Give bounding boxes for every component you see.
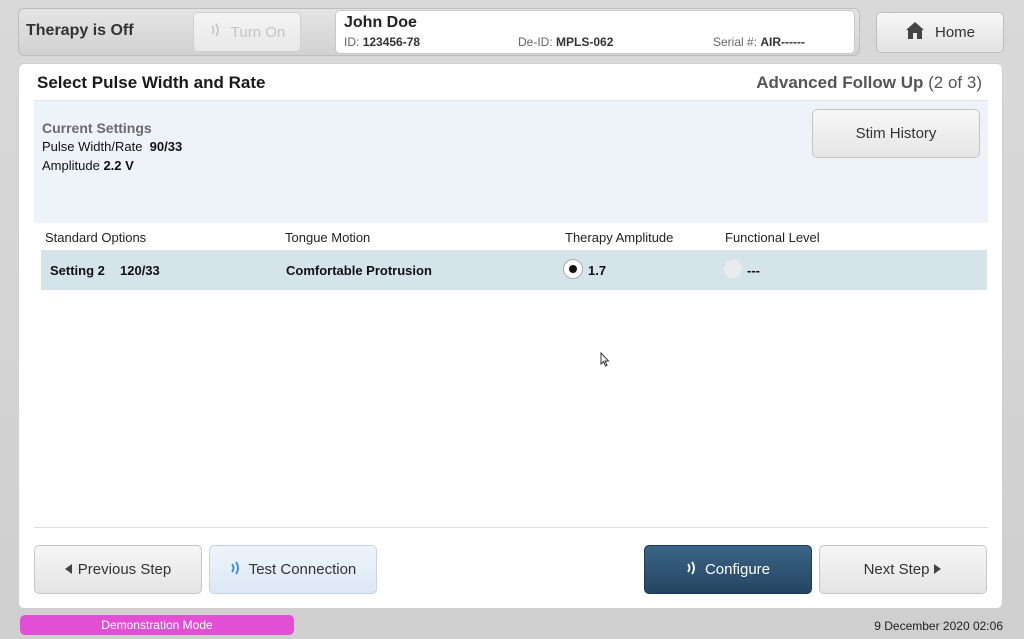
test-connection-button[interactable]: Test Connection (209, 545, 377, 594)
turn-on-label: Turn On (230, 23, 286, 41)
home-label: Home (934, 24, 975, 41)
current-settings-title: Current Settings (42, 120, 152, 136)
configure-button[interactable]: Configure (644, 545, 812, 594)
setting-name: Setting 2 (50, 263, 105, 278)
current-amplitude: Amplitude 2.2 V (42, 158, 134, 173)
therapy-status: Therapy is Off (26, 22, 134, 39)
functional-level-radio[interactable] (723, 259, 743, 279)
date-time: 9 December 2020 02:06 (874, 619, 1003, 633)
next-step-button[interactable]: Next Step (819, 545, 987, 594)
table-row[interactable]: Setting 2 120/33 Comfortable Protrusion … (41, 250, 987, 290)
patient-deid: De-ID: MPLS-062 (518, 35, 614, 49)
page-title: Select Pulse Width and Rate (37, 73, 266, 92)
current-settings-panel: Current Settings Pulse Width/Rate 90/33 … (34, 100, 988, 223)
patient-id: ID: 123456-78 (344, 35, 421, 49)
triangle-right-icon (934, 561, 942, 578)
main-panel: Select Pulse Width and Rate Advanced Fol… (18, 63, 1003, 609)
turn-on-button[interactable]: Turn On (193, 12, 301, 52)
tongue-motion-value: Comfortable Protrusion (286, 263, 432, 278)
current-pulse-width-rate: Pulse Width/Rate 90/33 (42, 139, 183, 154)
configure-label: Configure (704, 561, 771, 578)
column-header-therapy-amplitude: Therapy Amplitude (565, 230, 674, 245)
home-icon (905, 21, 925, 44)
therapy-amplitude-value: 1.7 (588, 263, 607, 278)
demonstration-mode-badge: Demonstration Mode (20, 615, 294, 635)
column-header-functional-level: Functional Level (725, 230, 820, 245)
functional-level-value: --- (747, 263, 760, 278)
step-progress: (2 of 3) (928, 73, 982, 92)
patient-card: John Doe ID: 123456-78 De-ID: MPLS-062 S… (335, 10, 855, 54)
previous-step-button[interactable]: Previous Step (34, 545, 202, 594)
previous-step-label: Previous Step (77, 561, 172, 578)
mouse-cursor-icon (600, 351, 610, 372)
home-button[interactable]: Home (876, 12, 1004, 53)
wireless-signal-icon (686, 559, 700, 581)
setting-pulse: 120/33 (120, 263, 160, 278)
next-step-label: Next Step (863, 561, 930, 578)
patient-serial: Serial #: AIR------ (713, 35, 806, 49)
patient-name: John Doe (344, 14, 417, 31)
wireless-signal-icon (209, 21, 225, 43)
step-name: Advanced Follow Up (756, 73, 924, 92)
column-header-tongue-motion: Tongue Motion (285, 230, 371, 245)
divider (34, 527, 988, 528)
step-indicator: Advanced Follow Up (2 of 3) (756, 73, 982, 93)
therapy-amplitude-radio[interactable] (563, 259, 583, 279)
column-header-standard-options: Standard Options (45, 230, 147, 245)
stim-history-button[interactable]: Stim History (812, 109, 980, 158)
triangle-left-icon (64, 561, 73, 578)
wireless-signal-icon (230, 559, 244, 581)
test-connection-label: Test Connection (248, 561, 357, 578)
